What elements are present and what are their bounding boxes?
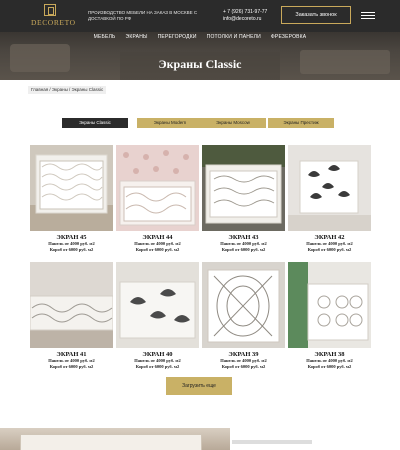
product-price-box: Короб от 6000 руб. м2	[307, 364, 352, 369]
page: DECORETO ПРОИЗВОДСТВО МЕБЕЛИ НА ЗАКАЗ В …	[0, 0, 400, 450]
product-price-box: Короб от 6000 руб. м2	[135, 247, 180, 252]
product-name[interactable]: ЭКРАН 43	[202, 234, 285, 241]
product-price-box: Короб от 6000 руб. м2	[49, 247, 94, 252]
product-card[interactable]: ЭКРАН 38 Панель от 4000 руб. м2 Короб от…	[288, 262, 371, 370]
nav-item-screens[interactable]: ЭКРАНЫ	[126, 34, 148, 40]
product-image[interactable]	[288, 262, 371, 348]
product-price-box: Короб от 6000 руб. м2	[221, 364, 266, 369]
product-name[interactable]: ЭКРАН 45	[30, 234, 113, 241]
load-more-button[interactable]: Загрузить еще	[166, 377, 232, 395]
nav-item-milling[interactable]: ФРЕЗЕРОВКА	[271, 34, 306, 40]
product-name[interactable]: ЭКРАН 39	[202, 351, 285, 358]
product-card[interactable]: ЭКРАН 44 Панель от 4000 руб. м2 Короб от…	[116, 145, 199, 253]
product-name[interactable]: ЭКРАН 42	[288, 234, 371, 241]
tab-modern[interactable]: Экраны Modern	[137, 118, 203, 128]
tab-moscow[interactable]: Экраны Moscow	[200, 118, 266, 128]
tab-classic[interactable]: Экраны Classic	[62, 118, 128, 128]
product-card[interactable]: ЭКРАН 39 Панель от 4000 руб. м2 Короб от…	[202, 262, 285, 370]
nav-item-furniture[interactable]: МЕБЕЛЬ	[94, 34, 116, 40]
product-price-box: Короб от 6000 руб. м2	[221, 247, 266, 252]
product-price-box: Короб от 6000 руб. м2	[135, 364, 180, 369]
callback-button[interactable]: Заказать звонок	[281, 6, 351, 24]
product-card[interactable]: ЭКРАН 40 Панель от 4000 руб. м2 Короб от…	[116, 262, 199, 370]
nav-item-ceilings[interactable]: ПОТОЛКИ И ПАНЕЛИ	[207, 34, 261, 40]
product-card[interactable]: ЭКРАН 45 Панель от 4000 руб. м2 Короб от…	[30, 145, 113, 253]
contacts: + 7 (926) 731-97-77 info@decoreto.ru	[223, 9, 283, 23]
product-name[interactable]: ЭКРАН 41	[30, 351, 113, 358]
product-image[interactable]	[30, 262, 113, 348]
logo[interactable]: DECORETO	[31, 4, 76, 30]
tagline: ПРОИЗВОДСТВО МЕБЕЛИ НА ЗАКАЗ В МОСКВЕ С …	[88, 10, 198, 21]
product-name[interactable]: ЭКРАН 38	[288, 351, 371, 358]
bottom-section-image	[0, 428, 230, 450]
product-price-box: Короб от 6000 руб. м2	[49, 364, 94, 369]
email-link[interactable]: info@decoreto.ru	[223, 16, 283, 23]
breadcrumb[interactable]: Главная / Экраны / Экраны Classic	[28, 86, 107, 94]
product-card[interactable]: ЭКРАН 43 Панель от 4000 руб. м2 Короб от…	[202, 145, 285, 253]
logo-icon	[44, 4, 56, 16]
nav-item-partitions[interactable]: ПЕРЕГОРОДКИ	[158, 34, 197, 40]
product-image[interactable]	[116, 262, 199, 348]
tab-prestige[interactable]: Экраны Престиж	[268, 118, 334, 128]
phone-link[interactable]: + 7 (926) 731-97-77	[223, 9, 283, 16]
product-name[interactable]: ЭКРАН 40	[116, 351, 199, 358]
product-card[interactable]: ЭКРАН 42 Панель от 4000 руб. м2 Короб от…	[288, 145, 371, 253]
product-card[interactable]: ЭКРАН 41 Панель от 4000 руб. м2 Короб от…	[30, 262, 113, 370]
product-name[interactable]: ЭКРАН 44	[116, 234, 199, 241]
product-image[interactable]	[202, 145, 285, 231]
logo-text: DECORETO	[31, 18, 76, 27]
category-tabs: Экраны Classic Экраны Modern Экраны Mosc…	[62, 118, 362, 128]
hero-banner: МЕБЕЛЬ ЭКРАНЫ ПЕРЕГОРОДКИ ПОТОЛКИ И ПАНЕ…	[0, 32, 400, 80]
bottom-section-decor	[232, 440, 312, 444]
product-image[interactable]	[288, 145, 371, 231]
product-image[interactable]	[116, 145, 199, 231]
main-nav: МЕБЕЛЬ ЭКРАНЫ ПЕРЕГОРОДКИ ПОТОЛКИ И ПАНЕ…	[0, 34, 400, 44]
page-title: Экраны Classic	[158, 57, 242, 71]
product-image[interactable]	[202, 262, 285, 348]
site-header: DECORETO ПРОИЗВОДСТВО МЕБЕЛИ НА ЗАКАЗ В …	[0, 0, 400, 32]
product-price-box: Короб от 6000 руб. м2	[307, 247, 352, 252]
product-image[interactable]	[30, 145, 113, 231]
burger-menu-icon[interactable]	[361, 12, 375, 20]
